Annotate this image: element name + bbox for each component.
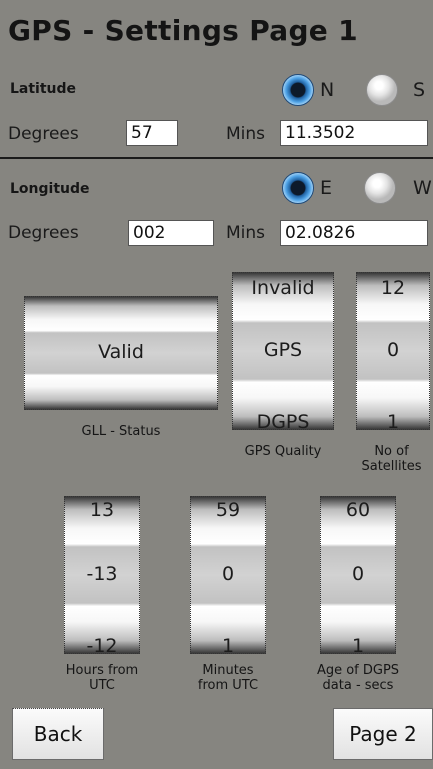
gll-status-wheel[interactable]: Valid xyxy=(24,296,218,410)
minutes-utc-above: 59 xyxy=(215,499,241,521)
radio-west-label: W xyxy=(413,177,432,199)
radio-east[interactable] xyxy=(282,172,314,204)
dgps-age-current: 0 xyxy=(351,563,365,585)
hours-utc-caption-line1: Hours from xyxy=(65,663,139,678)
latitude-label: Latitude xyxy=(10,81,77,97)
minutes-utc-current: 0 xyxy=(221,563,235,585)
gps-quality-caption: GPS Quality xyxy=(244,444,322,459)
gll-status-caption: GLL - Status xyxy=(81,424,161,439)
minutes-utc-caption: Minutes from UTC xyxy=(170,663,286,693)
minutes-utc-wheel[interactable]: 59 0 1 xyxy=(190,496,266,654)
dgps-age-below: 1 xyxy=(351,635,365,654)
gps-quality-wheel[interactable]: Invalid GPS DGPS xyxy=(232,272,334,430)
hours-utc-current: -13 xyxy=(86,563,118,585)
minutes-utc-caption-line1: Minutes xyxy=(202,663,254,678)
page-title: GPS - Settings Page 1 xyxy=(8,14,358,47)
hours-utc-wheel[interactable]: 13 -13 -12 xyxy=(64,496,140,654)
radio-south-label: S xyxy=(413,79,426,101)
radio-east-label: E xyxy=(320,177,333,199)
longitude-label: Longitude xyxy=(10,181,90,197)
radio-north[interactable] xyxy=(282,74,314,106)
hours-utc-below: -12 xyxy=(86,635,118,654)
dgps-age-caption: Age of DGPS data - secs xyxy=(296,663,420,693)
gps-quality-below: DGPS xyxy=(256,411,310,430)
hours-utc-caption: Hours from UTC xyxy=(40,663,164,693)
back-button[interactable]: Back xyxy=(12,708,104,760)
gll-status-current: Valid xyxy=(98,341,144,363)
minutes-utc-below: 1 xyxy=(221,635,235,654)
satellites-below: 1 xyxy=(386,411,400,430)
radio-north-label: N xyxy=(320,79,335,101)
gps-quality-current: GPS xyxy=(263,339,303,361)
latitude-degrees-input[interactable] xyxy=(126,120,178,146)
dgps-age-above: 60 xyxy=(345,499,371,521)
satellites-caption-line1: No of xyxy=(374,444,409,459)
dgps-age-caption-line2: data - secs xyxy=(322,678,394,693)
longitude-mins-label: Mins xyxy=(226,223,266,243)
latitude-mins-input[interactable] xyxy=(280,120,428,146)
longitude-degrees-input[interactable] xyxy=(128,220,214,246)
hours-utc-above: 13 xyxy=(89,499,115,521)
gps-quality-above: Invalid xyxy=(251,277,315,299)
radio-south[interactable] xyxy=(366,74,398,106)
longitude-mins-input[interactable] xyxy=(280,220,428,246)
latitude-mins-label: Mins xyxy=(226,124,266,144)
satellites-caption: No of Satellites xyxy=(350,444,433,474)
page-2-button[interactable]: Page 2 xyxy=(333,708,433,760)
radio-west[interactable] xyxy=(364,172,396,204)
satellites-wheel[interactable]: 12 0 1 xyxy=(356,272,430,430)
minutes-utc-caption-line2: from UTC xyxy=(197,678,259,693)
satellites-current: 0 xyxy=(386,339,400,361)
dgps-age-wheel[interactable]: 60 0 1 xyxy=(320,496,396,654)
longitude-degrees-label: Degrees xyxy=(8,223,79,243)
satellites-above: 12 xyxy=(380,277,406,299)
hours-utc-caption-line2: UTC xyxy=(89,678,115,693)
section-divider xyxy=(0,157,433,159)
satellites-caption-line2: Satellites xyxy=(361,459,422,474)
latitude-degrees-label: Degrees xyxy=(8,124,79,144)
dgps-age-caption-line1: Age of DGPS xyxy=(316,663,400,678)
